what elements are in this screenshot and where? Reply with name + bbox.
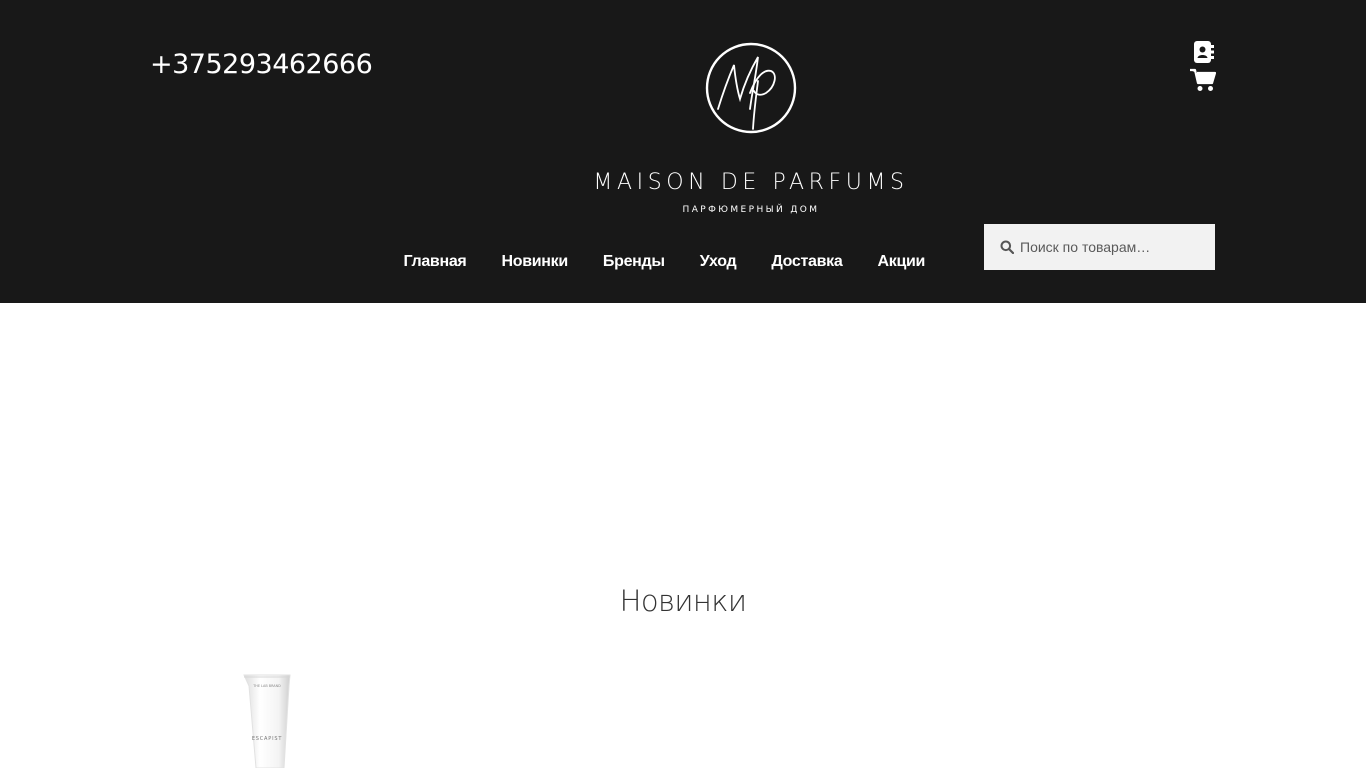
nav-item-sales[interactable]: Акции [860, 252, 943, 272]
nav-item-care[interactable]: Уход [682, 252, 754, 272]
logo-name: MAISON DE PARFUMS [593, 170, 909, 195]
site-header: +375293462666 MAISON DE PARFUMS ПАРФЮМЕР… [0, 0, 1366, 303]
contacts-icon[interactable] [1192, 41, 1214, 63]
cart-icon[interactable] [1190, 68, 1216, 92]
search-box [984, 224, 1215, 270]
logo-monogram [705, 42, 797, 134]
product-brand-print: THE LAB BRAND [252, 684, 281, 688]
main-nav: Главная Новинки Бренды Уход Доставка Акц… [386, 252, 943, 272]
nav-item-brands[interactable]: Бренды [585, 252, 682, 272]
section-title: Новинки [619, 584, 747, 619]
nav-item-new[interactable]: Новинки [484, 252, 585, 272]
header-icons [1190, 41, 1218, 93]
nav-item-home[interactable]: Главная [386, 252, 484, 272]
search-icon[interactable] [1000, 240, 1014, 254]
phone-number[interactable]: +375293462666 [150, 49, 373, 80]
site-logo[interactable]: MAISON DE PARFUMS ПАРФЮМЕРНЫЙ ДОМ [573, 40, 929, 220]
product-image[interactable]: THE LAB BRAND ESCAPIST [240, 672, 300, 769]
logo-tagline: ПАРФЮМЕРНЫЙ ДОМ [682, 205, 820, 215]
nav-item-delivery[interactable]: Доставка [754, 252, 860, 272]
product-name-print: ESCAPIST [252, 736, 283, 742]
search-input[interactable] [1020, 224, 1208, 270]
product-card[interactable]: THE LAB BRAND ESCAPIST [240, 672, 300, 773]
